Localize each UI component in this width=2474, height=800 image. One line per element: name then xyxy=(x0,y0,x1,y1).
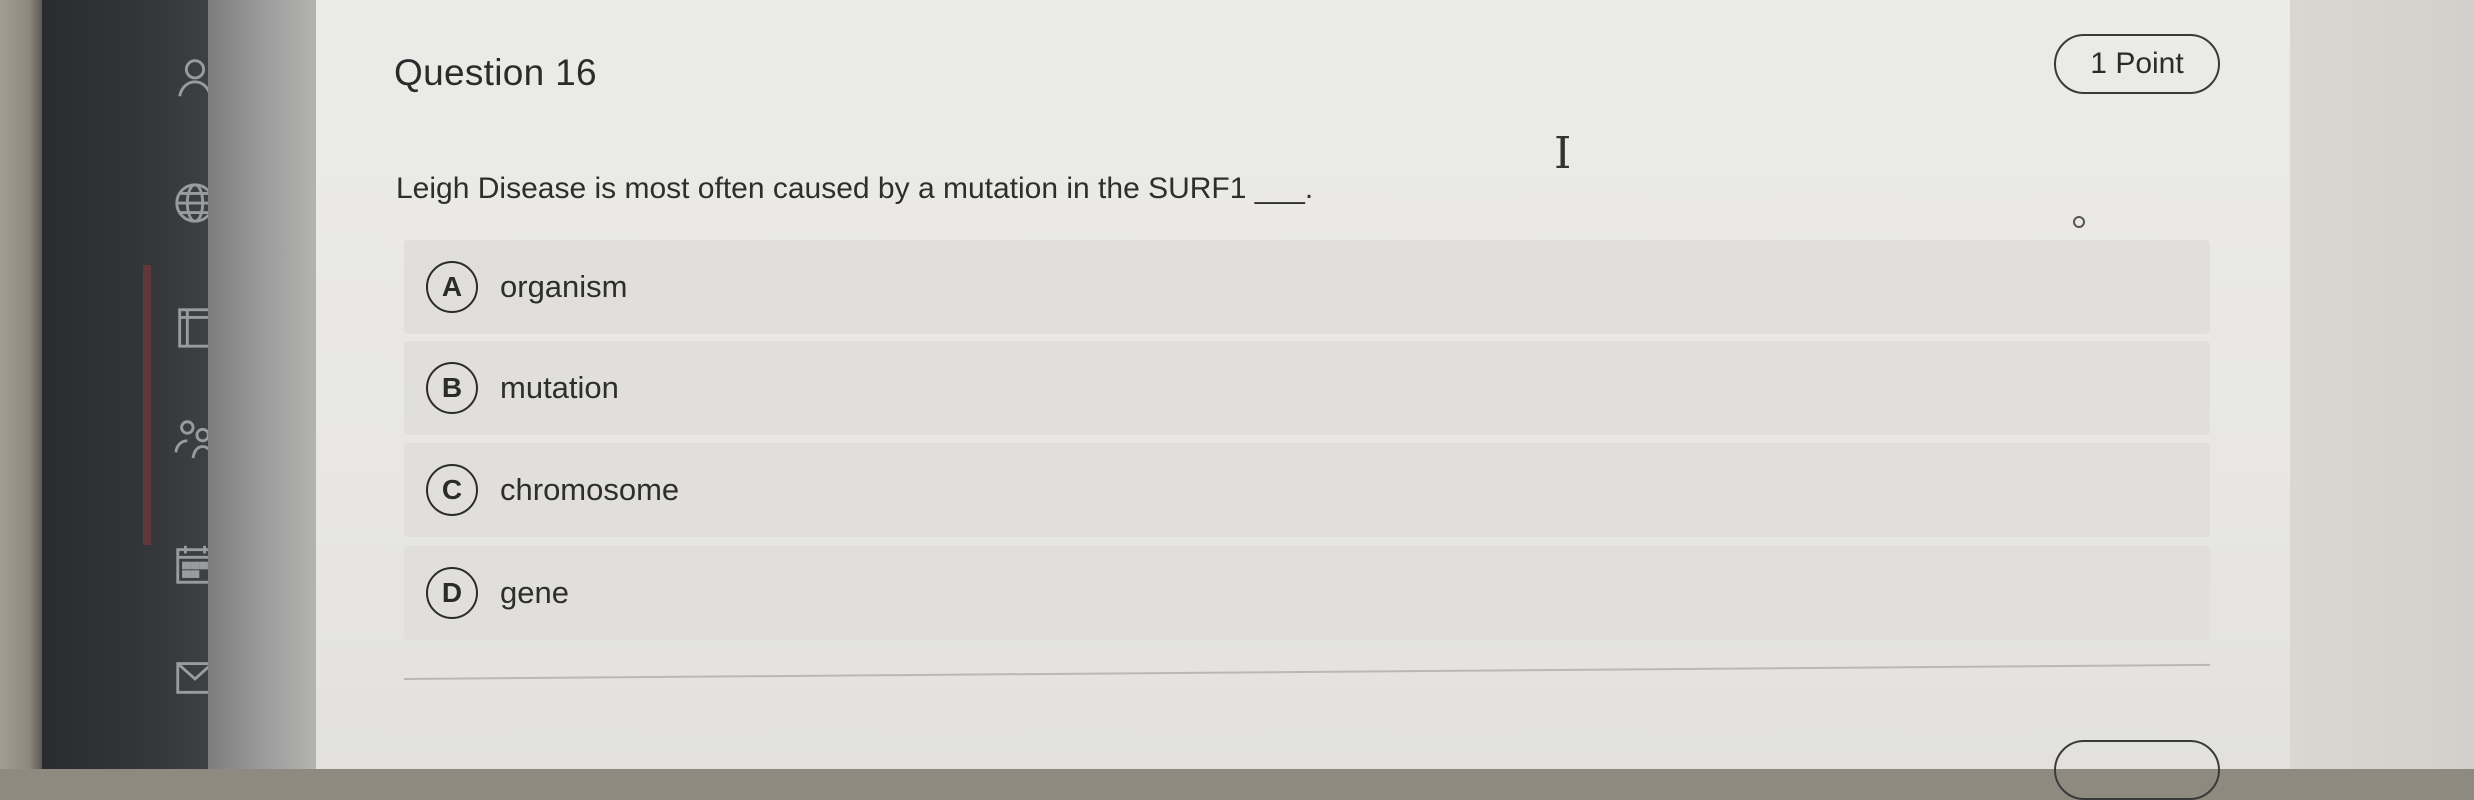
question-prompt: Leigh Disease is most often caused by a … xyxy=(396,172,1314,205)
screen-bezel-right xyxy=(2290,0,2474,769)
option-d[interactable]: D gene xyxy=(404,546,2210,640)
option-letter-badge: B xyxy=(426,362,478,414)
text-cursor-icon: I xyxy=(1554,128,1572,179)
sidebar-accent xyxy=(143,265,151,545)
pointer-dot-icon xyxy=(2073,216,2085,228)
option-label: organism xyxy=(500,269,628,304)
option-letter-badge: D xyxy=(426,567,478,619)
option-c[interactable]: C chromosome xyxy=(404,443,2210,537)
screen-bezel-left xyxy=(0,0,42,769)
option-b[interactable]: B mutation xyxy=(404,341,2210,435)
points-badge: 1 Point xyxy=(2054,34,2220,94)
option-a[interactable]: A organism xyxy=(404,240,2210,334)
next-points-badge xyxy=(2054,740,2220,800)
option-label: chromosome xyxy=(500,472,680,507)
option-letter-badge: A xyxy=(426,261,478,313)
course-panel-edge xyxy=(208,0,316,769)
question-divider xyxy=(403,663,2210,680)
question-title: Question 16 xyxy=(394,52,597,93)
option-label: mutation xyxy=(500,370,619,405)
option-label: gene xyxy=(500,575,569,610)
option-letter-badge: C xyxy=(426,464,478,516)
quiz-page: Question 16 1 Point I Leigh Disease is m… xyxy=(316,0,2290,800)
